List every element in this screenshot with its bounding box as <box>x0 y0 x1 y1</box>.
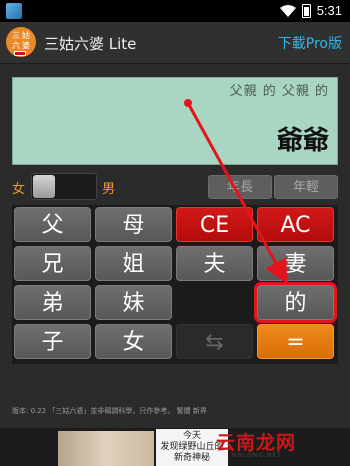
key-子-button[interactable]: 子 <box>14 324 91 359</box>
key-妻-button[interactable]: 妻 <box>257 246 334 281</box>
key-ac-button[interactable]: AC <box>257 207 334 242</box>
key-equals-button[interactable]: = <box>257 324 334 359</box>
watermark-logo: 云南龙网 <box>216 432 297 454</box>
wifi-icon <box>279 4 296 17</box>
app-title: 三姑六婆 Lite <box>44 35 137 53</box>
younger-button[interactable]: 年輕 <box>274 175 338 199</box>
female-label: 女 <box>12 182 26 197</box>
watermark-sub: NNLONG.NET <box>232 452 282 459</box>
app-logo-char: 姑 <box>22 31 30 40</box>
status-right-cluster: 5:31 <box>279 3 342 18</box>
notification-icon <box>6 3 22 19</box>
key-女-button[interactable]: 女 <box>95 324 172 359</box>
download-pro-link[interactable]: 下載Pro版 <box>278 33 342 53</box>
key-姐-button[interactable]: 姐 <box>95 246 172 281</box>
status-time: 5:31 <box>316 3 342 18</box>
footer-disclaimer: 版本: 0.22 「三姑六婆」並非稱謂科學，只作參考。 繁體 新界 <box>12 407 207 415</box>
result-text: 爺爺 <box>276 126 329 156</box>
app-logo-icon: 三 姑 六 婆 <box>6 27 36 57</box>
app-logo-char: 婆 <box>22 41 30 50</box>
key-弟-button[interactable]: 弟 <box>14 285 91 320</box>
battery-icon <box>301 3 311 18</box>
gender-toggle[interactable] <box>31 173 97 200</box>
app-bar: 三 姑 六 婆 三姑六婆 Lite 下載Pro版 <box>0 22 350 64</box>
key-的-button[interactable]: 的 <box>254 282 337 323</box>
keypad: 父母 CE AC 兄姐夫妻弟妹 的子女 ⇆ = <box>12 205 338 364</box>
flag-icon <box>14 51 26 56</box>
key-兄-button[interactable]: 兄 <box>14 246 91 281</box>
app-logo-char: 三 <box>12 31 20 40</box>
key-夫-button[interactable]: 夫 <box>176 246 253 281</box>
male-label: 男 <box>102 182 116 197</box>
key-母-button[interactable]: 母 <box>95 207 172 242</box>
key-swap-button[interactable]: ⇆ <box>176 324 253 359</box>
status-bar: 5:31 <box>0 0 350 22</box>
key-父-button[interactable]: 父 <box>14 207 91 242</box>
toggle-knob[interactable] <box>33 175 55 198</box>
app-logo-char: 六 <box>12 41 20 50</box>
result-display: 父親 的 父親 的 爺爺 <box>12 77 338 165</box>
older-button[interactable]: 年長 <box>208 175 272 199</box>
ad-image[interactable] <box>58 431 154 466</box>
key-ce-button[interactable]: CE <box>176 207 253 242</box>
key-妹-button[interactable]: 妹 <box>95 285 172 320</box>
expression-text: 父親 的 父親 的 <box>229 84 329 99</box>
